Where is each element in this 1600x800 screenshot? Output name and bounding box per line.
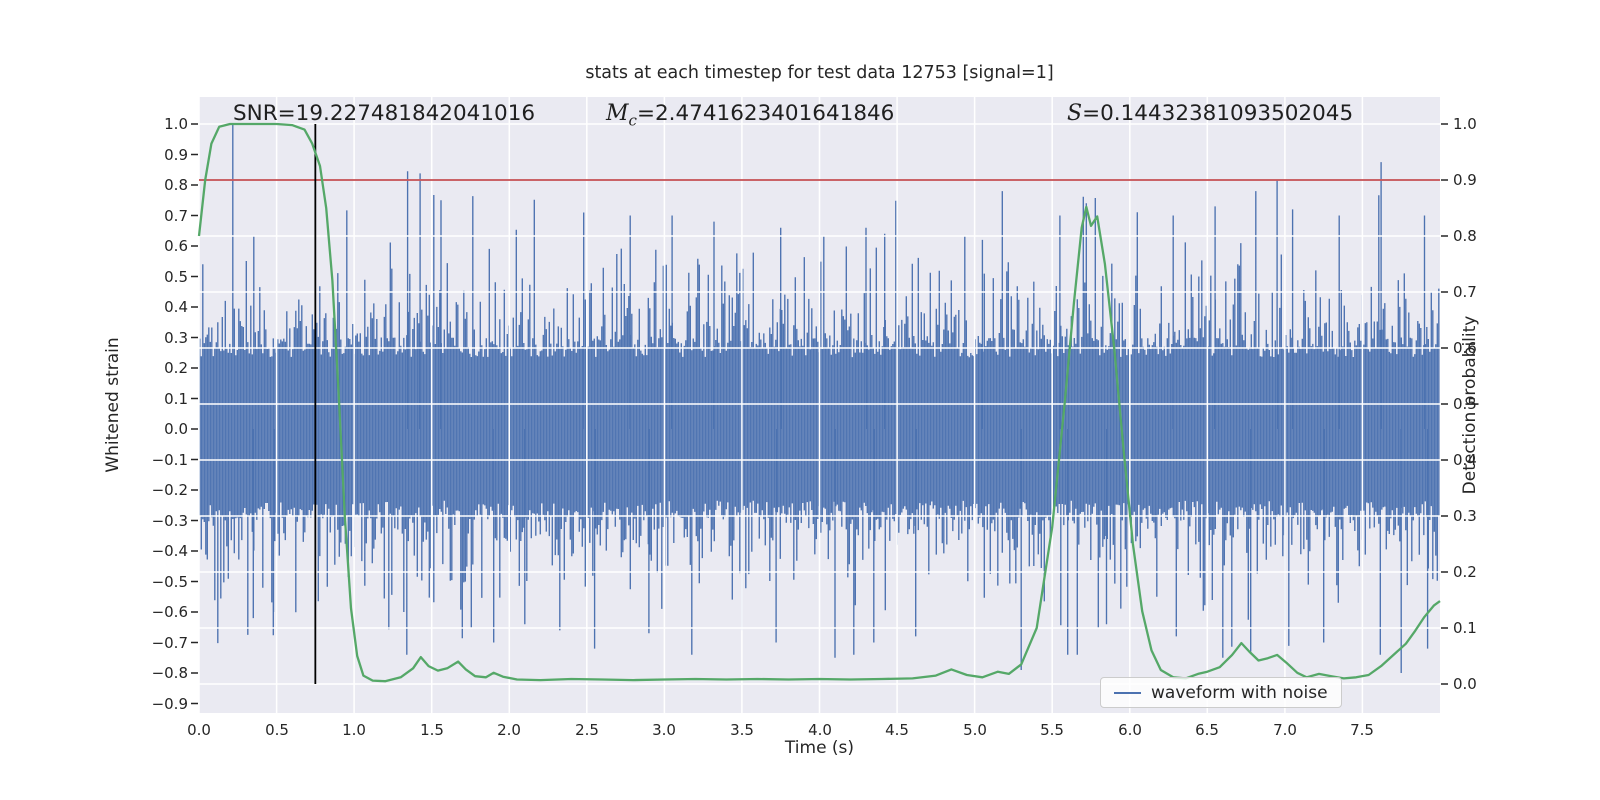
y-right-tick-label: 0.0 bbox=[1453, 675, 1477, 693]
x-tick-label: 7.5 bbox=[1350, 721, 1374, 739]
y-right-tick-label: 0.4 bbox=[1453, 451, 1477, 469]
y-left-tick-label: −0.1 bbox=[151, 451, 188, 469]
legend-label: waveform with noise bbox=[1151, 682, 1328, 703]
y-left-tick-label: −0.8 bbox=[151, 664, 188, 682]
y-right-tick-label: 0.3 bbox=[1453, 507, 1477, 525]
mc-value: =2.4741623401641846 bbox=[636, 101, 895, 126]
y-right-tick-label: 1.0 bbox=[1453, 115, 1477, 133]
chart-title: stats at each timestep for test data 127… bbox=[585, 63, 1054, 83]
y-left-tick-label: −0.6 bbox=[151, 603, 188, 621]
x-tick-label: 6.5 bbox=[1195, 721, 1219, 739]
y-left-tick-label: 0.1 bbox=[164, 390, 188, 408]
mc-symbol: M bbox=[606, 101, 629, 126]
s-value: =0.14432381093502045 bbox=[1082, 101, 1354, 126]
y-right-tick-label: 0.2 bbox=[1453, 563, 1477, 581]
y-left-tick-label: 0.6 bbox=[164, 237, 188, 255]
x-tick-label: 1.5 bbox=[420, 721, 444, 739]
y-left-tick-label: −0.3 bbox=[151, 512, 188, 530]
y-left-tick-label: −0.4 bbox=[151, 542, 188, 560]
annotation-snr: SNR=19.227481842041016 bbox=[233, 101, 535, 126]
legend: waveform with noise bbox=[1100, 677, 1342, 708]
y-left-tick-label: 0.8 bbox=[164, 176, 188, 194]
x-tick-label: 4.5 bbox=[885, 721, 909, 739]
s-symbol: S bbox=[1067, 101, 1083, 126]
y-left-tick-label: −0.2 bbox=[151, 481, 188, 499]
y-left-axis-label: Whitened strain bbox=[103, 337, 123, 473]
y-left-tick-label: 0.5 bbox=[164, 268, 188, 286]
annotation-s-stat: S=0.14432381093502045 bbox=[1067, 101, 1353, 126]
chart-figure: stats at each timestep for test data 127… bbox=[0, 0, 1600, 800]
x-tick-label: 5.0 bbox=[963, 721, 987, 739]
x-tick-label: 6.0 bbox=[1118, 721, 1142, 739]
y-left-tick-label: 0.9 bbox=[164, 146, 188, 164]
y-left-tick-label: −0.5 bbox=[151, 573, 188, 591]
y-right-tick-label: 0.5 bbox=[1453, 395, 1477, 413]
y-left-tick-label: −0.7 bbox=[151, 634, 188, 652]
y-left-tick-label: −0.9 bbox=[151, 695, 188, 713]
annotation-chirp-mass: Mc=2.4741623401641846 bbox=[606, 101, 894, 129]
y-right-tick-label: 0.9 bbox=[1453, 171, 1477, 189]
y-right-tick-label: 0.6 bbox=[1453, 339, 1477, 357]
x-tick-label: 0.0 bbox=[187, 721, 211, 739]
mc-subscript: c bbox=[628, 111, 637, 130]
y-left-tick-label: 0.0 bbox=[164, 420, 188, 438]
y-right-tick-label: 0.7 bbox=[1453, 283, 1477, 301]
x-tick-label: 3.0 bbox=[652, 721, 676, 739]
y-right-tick-label: 0.8 bbox=[1453, 227, 1477, 245]
x-tick-label: 7.0 bbox=[1273, 721, 1297, 739]
x-tick-label: 4.0 bbox=[808, 721, 832, 739]
x-tick-label: 2.5 bbox=[575, 721, 599, 739]
x-tick-label: 0.5 bbox=[265, 721, 289, 739]
snr-value: SNR=19.227481842041016 bbox=[233, 101, 536, 126]
x-tick-label: 5.5 bbox=[1040, 721, 1064, 739]
y-left-tick-label: 0.2 bbox=[164, 359, 188, 377]
x-axis-label: Time (s) bbox=[784, 738, 855, 758]
x-tick-label: 1.0 bbox=[342, 721, 366, 739]
x-tick-label: 3.5 bbox=[730, 721, 754, 739]
y-left-tick-label: 1.0 bbox=[164, 115, 188, 133]
legend-line-sample bbox=[1114, 691, 1141, 694]
y-left-tick-label: 0.7 bbox=[164, 207, 188, 225]
y-right-tick-label: 0.1 bbox=[1453, 619, 1477, 637]
y-left-tick-label: 0.4 bbox=[164, 298, 188, 316]
y-left-tick-label: 0.3 bbox=[164, 329, 188, 347]
x-tick-label: 2.0 bbox=[497, 721, 521, 739]
